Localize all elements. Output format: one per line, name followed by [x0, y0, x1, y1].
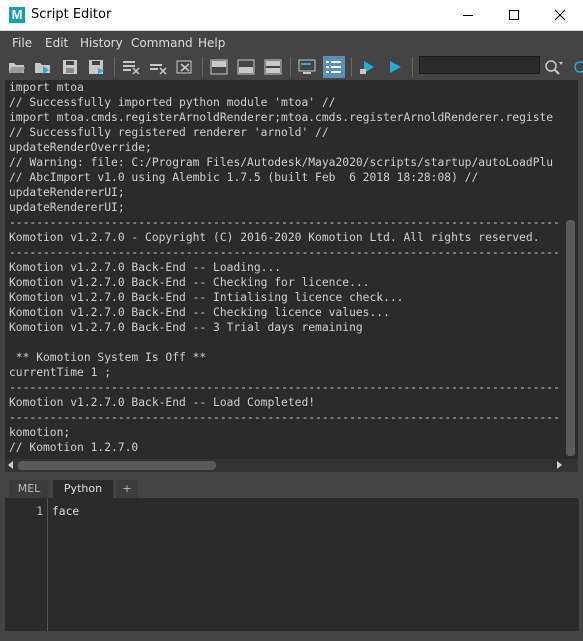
menu-command[interactable]: Command	[131, 36, 193, 50]
history-line: import mtoa.cmds.registerArnoldRenderer;…	[9, 111, 554, 124]
history-line: // AbcImport v1.0 using Alembic 1.7.5 (b…	[9, 171, 479, 184]
options-button[interactable]	[570, 56, 583, 78]
close-icon	[554, 9, 566, 21]
history-line: // Komotion 1.2.7.0	[9, 441, 139, 454]
horizontal-scrollbar[interactable]	[5, 459, 578, 472]
history-output[interactable]: import mtoa // Successfully imported pyth…	[9, 80, 561, 456]
history-line: import mtoa	[9, 81, 84, 94]
line-numbers-icon	[326, 61, 341, 73]
maya-logo-icon: M	[9, 7, 25, 23]
toolbar-separator	[351, 57, 352, 77]
execute-selected-icon	[360, 61, 374, 74]
maximize-button[interactable]	[491, 0, 537, 30]
clear-all-button[interactable]	[174, 56, 196, 78]
toolbar-separator	[202, 57, 203, 77]
history-line	[9, 335, 561, 350]
execute-selected-button[interactable]	[357, 56, 379, 78]
script-input-editor[interactable]: 1 face	[5, 499, 579, 631]
scroll-right-icon[interactable]	[557, 461, 562, 469]
echo-all-commands-button[interactable]	[296, 56, 318, 78]
show-history-icon	[210, 59, 228, 75]
history-line: Komotion v1.2.7.0 Back-End -- 3 Trial da…	[9, 321, 363, 334]
open-folder-icon	[9, 63, 25, 73]
clear-history-icon	[123, 61, 140, 75]
show-input-only-button[interactable]	[235, 56, 257, 78]
minimize-icon	[463, 15, 473, 16]
history-line: currentTime 1 ;	[9, 366, 112, 379]
menu-history[interactable]: History	[80, 36, 123, 50]
history-line: // Warning: file: C:/Program Files/Autod…	[9, 156, 554, 169]
menu-help[interactable]: Help	[198, 36, 225, 50]
show-both-button[interactable]	[262, 56, 284, 78]
save-script-button[interactable]	[59, 56, 81, 78]
search-button[interactable]	[543, 56, 565, 78]
maximize-icon	[509, 10, 519, 20]
history-line: // Successfully registered renderer 'arn…	[9, 126, 329, 139]
horizontal-scroll-thumb[interactable]	[18, 461, 216, 470]
search-input[interactable]	[419, 56, 540, 74]
circle-icon	[574, 61, 583, 73]
history-line: Komotion v1.2.7.0 - Copyright (C) 2016-2…	[9, 231, 540, 244]
vertical-scrollbar[interactable]	[566, 220, 575, 456]
toolbar-separator	[114, 57, 115, 77]
history-line: ----------------------------------------…	[9, 411, 561, 424]
script-history-panel[interactable]: import mtoa // Successfully imported pyth…	[5, 80, 578, 472]
language-tabs: MEL Python +	[5, 480, 578, 499]
history-line: updateRendererUI;	[9, 186, 125, 199]
history-line: updateRendererUI;	[9, 201, 125, 214]
history-line: ----------------------------------------…	[9, 381, 561, 394]
history-line: updateRenderOverride;	[9, 141, 152, 154]
source-script-button[interactable]	[32, 56, 54, 78]
execute-all-button[interactable]	[384, 56, 406, 78]
save-icon	[63, 60, 77, 74]
save-to-shelf-icon	[89, 60, 104, 74]
history-line: Komotion v1.2.7.0 Back-End -- Intialisin…	[9, 291, 404, 304]
history-line: Komotion v1.2.7.0 Back-End -- Load Compl…	[9, 396, 316, 409]
echo-commands-icon	[298, 59, 316, 74]
history-line: Komotion v1.2.7.0 Back-End -- Loading...	[9, 261, 282, 274]
history-line: komotion;	[9, 426, 71, 439]
tab-python[interactable]: Python	[53, 480, 113, 498]
history-line: ** Komotion System Is Off **	[9, 351, 207, 364]
title-bar[interactable]: M Script Editor	[0, 0, 583, 31]
history-line: Komotion v1.2.7.0 Back-End -- Checking l…	[9, 306, 390, 319]
line-numbers-toggle[interactable]	[323, 56, 345, 78]
minimize-button[interactable]	[445, 0, 491, 30]
toolbar-separator	[412, 57, 413, 77]
clear-input-icon	[150, 64, 167, 75]
save-script-to-shelf-button[interactable]	[86, 56, 108, 78]
menu-file[interactable]: File	[12, 36, 32, 50]
show-both-icon	[264, 59, 282, 75]
history-line: ----------------------------------------…	[9, 216, 561, 229]
clear-input-button[interactable]	[147, 56, 169, 78]
line-number-gutter: 1	[5, 499, 46, 631]
tab-mel[interactable]: MEL	[9, 480, 49, 498]
code-input[interactable]: face	[47, 499, 579, 631]
play-icon	[390, 61, 401, 73]
add-tab-button[interactable]: +	[116, 480, 138, 498]
open-script-button[interactable]	[6, 56, 28, 78]
menu-edit[interactable]: Edit	[45, 36, 68, 50]
history-line: ----------------------------------------…	[9, 246, 561, 259]
line-number: 1	[36, 505, 43, 518]
show-history-only-button[interactable]	[208, 56, 230, 78]
code-text[interactable]: face	[52, 505, 79, 518]
clear-all-icon	[176, 60, 192, 74]
window-title: Script Editor	[31, 7, 112, 22]
splitter-handle[interactable]	[272, 474, 312, 486]
toolbar-separator	[290, 57, 291, 77]
source-script-icon	[35, 63, 50, 74]
menu-bar: File Edit History Command Help	[0, 31, 583, 53]
show-input-icon	[237, 59, 255, 75]
search-icon	[545, 60, 563, 75]
history-line: Komotion v1.2.7.0 Back-End -- Checking f…	[9, 276, 370, 289]
history-line: // Successfully imported python module '…	[9, 96, 336, 109]
scroll-left-icon[interactable]	[8, 461, 13, 469]
clear-history-button[interactable]	[120, 56, 142, 78]
close-button[interactable]	[537, 0, 583, 30]
